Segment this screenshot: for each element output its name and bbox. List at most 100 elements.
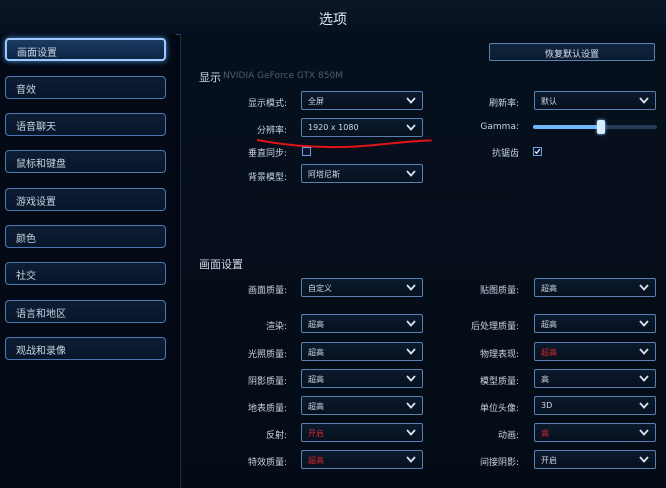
vsync-label: 垂直同步: — [247, 149, 287, 159]
vsync-checkbox[interactable] — [302, 147, 311, 156]
graphics-setting-dropdown[interactable]: 超高 — [534, 278, 656, 297]
graphics-setting-label: 地表质量: — [247, 404, 287, 414]
sidebar: 画面设置 音效 语音聊天 鼠标和键盘 游戏设置 颜色 社交 语言和地区 观战和录… — [0, 34, 176, 488]
graphics-setting-label: 单位头像: — [479, 404, 519, 414]
sidebar-item-label: 鼠标和键盘 — [16, 159, 66, 170]
graphics-setting-value: 超高 — [541, 320, 557, 329]
sidebar-item-graphics[interactable]: 画面设置 — [5, 38, 166, 61]
graphics-setting-dropdown[interactable]: 超高 — [534, 342, 656, 361]
graphics-setting-label: 阴影质量: — [247, 377, 287, 387]
refresh-rate-dropdown[interactable]: 默认 — [534, 91, 656, 110]
settings-panel: 恢复默认设置 显示 NVIDIA GeForce GTX 850M 显示模式: … — [180, 34, 666, 488]
graphics-setting-value: 高 — [541, 375, 549, 384]
chevron-down-icon — [406, 170, 416, 177]
graphics-setting-dropdown[interactable]: 超高 — [301, 342, 423, 361]
graphics-setting-dropdown[interactable]: 3D — [534, 396, 656, 415]
graphics-setting-value: 自定义 — [308, 284, 332, 293]
chevron-down-icon — [406, 456, 416, 463]
background-model-value: 阿塔尼斯 — [308, 170, 340, 179]
sidebar-item-sound[interactable]: 音效 — [5, 76, 166, 99]
graphics-setting-label: 贴图质量: — [479, 286, 519, 296]
graphics-setting-label: 模型质量: — [479, 377, 519, 387]
graphics-setting-dropdown[interactable]: 高 — [534, 369, 656, 388]
sidebar-item-label: 颜色 — [16, 234, 36, 245]
sidebar-item-gameplay[interactable]: 游戏设置 — [5, 188, 166, 211]
chevron-down-icon — [639, 320, 649, 327]
graphics-setting-label: 间接阴影: — [479, 458, 519, 468]
graphics-setting-label: 反射: — [265, 431, 287, 441]
graphics-setting-value: 超高 — [308, 320, 324, 329]
antialiasing-checkbox[interactable] — [533, 147, 542, 156]
graphics-setting-value: 超高 — [308, 348, 324, 357]
graphics-setting-value: 超高 — [541, 284, 557, 293]
sidebar-item-label: 语言和地区 — [16, 309, 66, 320]
gamma-slider-fill — [533, 125, 602, 129]
chevron-down-icon — [406, 284, 416, 291]
sidebar-item-language-region[interactable]: 语言和地区 — [5, 300, 166, 323]
checkmark-icon — [534, 148, 541, 155]
graphics-setting-dropdown[interactable]: 开启 — [301, 423, 423, 442]
resolution-value: 1920 x 1080 — [308, 123, 359, 132]
title-bar: 选项 — [0, 0, 666, 35]
graphics-setting-value: 3D — [541, 401, 553, 410]
resolution-label: 分辨率: — [256, 126, 287, 136]
graphics-setting-dropdown[interactable]: 开启 — [534, 450, 656, 469]
chevron-down-icon — [639, 348, 649, 355]
graphics-setting-dropdown[interactable]: 超高 — [301, 314, 423, 333]
gamma-slider[interactable] — [533, 120, 657, 134]
antialiasing-label: 抗锯齿 — [491, 149, 519, 159]
chevron-down-icon — [406, 402, 416, 409]
graphics-setting-label: 动画: — [497, 431, 519, 441]
graphics-setting-value: 超高 — [308, 456, 324, 465]
display-section-title: 显示 — [199, 71, 221, 84]
graphics-setting-label: 画面质量: — [247, 286, 287, 296]
reset-defaults-button[interactable]: 恢复默认设置 — [489, 43, 655, 61]
graphics-setting-value: 超高 — [308, 402, 324, 411]
graphics-section-title: 画面设置 — [199, 258, 243, 271]
display-mode-label: 显示模式: — [247, 99, 287, 109]
chevron-down-icon — [639, 456, 649, 463]
graphics-setting-label: 特效质量: — [247, 458, 287, 468]
graphics-setting-dropdown[interactable]: 超高 — [301, 396, 423, 415]
chevron-down-icon — [639, 284, 649, 291]
display-mode-value: 全屏 — [308, 97, 324, 106]
resolution-dropdown[interactable]: 1920 x 1080 — [301, 118, 423, 137]
graphics-setting-label: 渲染: — [265, 322, 287, 332]
chevron-down-icon — [406, 97, 416, 104]
sidebar-item-label: 社交 — [16, 271, 36, 282]
graphics-setting-dropdown[interactable]: 自定义 — [301, 278, 423, 297]
graphics-setting-value: 超高 — [541, 348, 557, 357]
graphics-setting-dropdown[interactable]: 高 — [534, 423, 656, 442]
refresh-rate-value: 默认 — [541, 97, 557, 106]
graphics-setting-dropdown[interactable]: 超高 — [534, 314, 656, 333]
window-title: 选项 — [319, 12, 347, 28]
sidebar-item-replays[interactable]: 观战和录像 — [5, 337, 166, 360]
graphics-setting-value: 开启 — [541, 456, 557, 465]
gamma-slider-thumb[interactable] — [597, 120, 606, 134]
sidebar-item-colors[interactable]: 颜色 — [5, 225, 166, 248]
graphics-setting-dropdown[interactable]: 超高 — [301, 369, 423, 388]
gpu-name: NVIDIA GeForce GTX 850M — [223, 71, 343, 81]
graphics-setting-label: 光照质量: — [247, 350, 287, 360]
sidebar-item-mouse-keyboard[interactable]: 鼠标和键盘 — [5, 150, 166, 173]
background-model-label: 背景模型: — [247, 173, 287, 183]
chevron-down-icon — [639, 375, 649, 382]
sidebar-item-social[interactable]: 社交 — [5, 262, 166, 285]
gamma-label: Gamma: — [480, 122, 519, 132]
graphics-setting-label: 物理表现: — [479, 350, 519, 360]
graphics-setting-value: 超高 — [308, 375, 324, 384]
sidebar-item-label: 音效 — [16, 85, 36, 96]
sidebar-item-label: 语音聊天 — [16, 122, 56, 133]
background-model-dropdown[interactable]: 阿塔尼斯 — [301, 164, 423, 183]
refresh-rate-label: 刷新率: — [488, 99, 519, 109]
chevron-down-icon — [406, 348, 416, 355]
chevron-down-icon — [639, 402, 649, 409]
sidebar-item-label: 游戏设置 — [16, 197, 56, 208]
graphics-setting-dropdown[interactable]: 超高 — [301, 450, 423, 469]
graphics-setting-value: 开启 — [308, 429, 324, 438]
graphics-setting-value: 高 — [541, 429, 549, 438]
reset-defaults-label: 恢复默认设置 — [544, 50, 599, 60]
chevron-down-icon — [406, 375, 416, 382]
display-mode-dropdown[interactable]: 全屏 — [301, 91, 423, 110]
sidebar-item-voice-chat[interactable]: 语音聊天 — [5, 113, 166, 136]
